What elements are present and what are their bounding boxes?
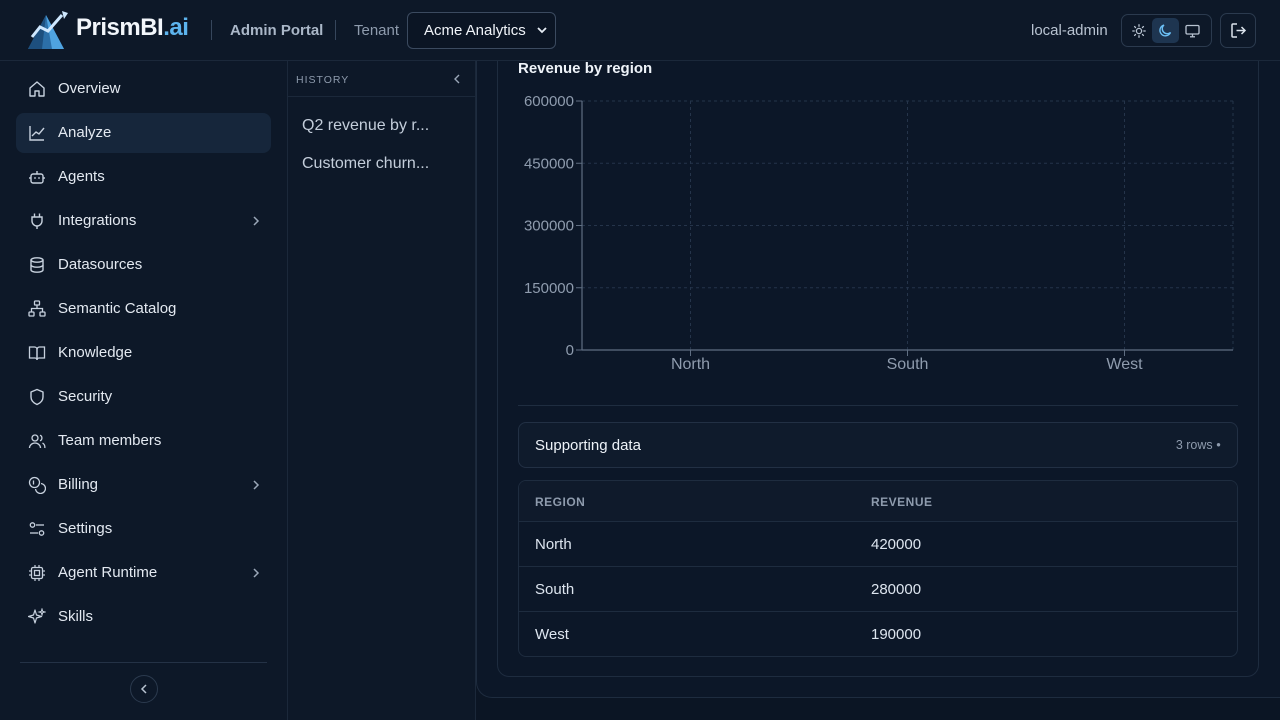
y-tick-label: 600000 xyxy=(524,93,574,110)
column-header-region[interactable]: REGION xyxy=(535,495,585,509)
bar-north xyxy=(625,176,755,350)
x-tick-label: North xyxy=(671,356,710,373)
dot-icon: ● xyxy=(1216,440,1221,449)
row-count-badge: 3 rows ● xyxy=(1175,438,1221,452)
y-tick-label: 450000 xyxy=(524,155,574,172)
table-row: North 420000 xyxy=(519,522,1237,567)
table-row: West 190000 xyxy=(519,612,1237,656)
supporting-data-title: Supporting data xyxy=(535,437,641,454)
bar-west xyxy=(1059,271,1189,350)
column-header-revenue[interactable]: REVENUE xyxy=(871,495,933,509)
table-header-row: REGION REVENUE xyxy=(519,481,1237,522)
table-row: South 280000 xyxy=(519,567,1237,612)
chart-divider xyxy=(518,405,1238,406)
revenue-cell: 280000 xyxy=(871,581,922,598)
supporting-data-table: REGION REVENUE North 420000 South 280000… xyxy=(518,480,1238,657)
revenue-cell: 420000 xyxy=(871,536,922,553)
supporting-data-toggle[interactable]: Supporting data 3 rows ● xyxy=(518,422,1238,468)
y-tick-label: 150000 xyxy=(524,280,574,297)
revenue-cell: 190000 xyxy=(871,626,922,643)
region-cell: South xyxy=(535,581,575,598)
region-cell: North xyxy=(535,536,572,553)
y-tick-label: 0 xyxy=(566,342,574,359)
x-tick-label: West xyxy=(1106,356,1143,373)
bar-south xyxy=(842,234,972,350)
x-tick-label: South xyxy=(887,356,929,373)
y-tick-label: 300000 xyxy=(524,218,574,235)
region-cell: West xyxy=(535,626,569,643)
